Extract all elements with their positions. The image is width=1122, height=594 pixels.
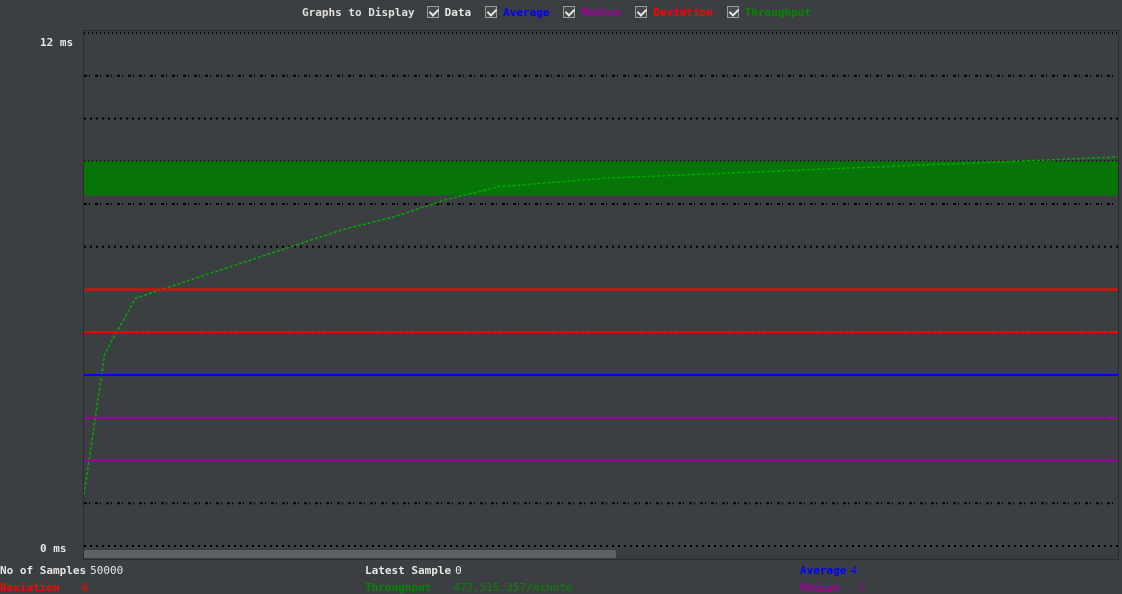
legend-title: Graphs to Display	[302, 5, 415, 19]
median-value: 2	[857, 581, 865, 594]
average-checkbox[interactable]	[485, 6, 498, 18]
average-stat: Average 4	[800, 564, 857, 577]
y-axis-max-label: 12 ms	[40, 36, 74, 49]
latest-sample-value: 0	[455, 564, 462, 577]
median-toggle-label: Median	[581, 5, 622, 19]
throughput-label: Throughput	[365, 581, 432, 594]
throughput-toggle-label: Throughput	[744, 5, 812, 19]
deviation-label: Deviation	[0, 581, 60, 594]
average-toggle[interactable]: Average	[485, 6, 549, 19]
deviation-checkbox[interactable]	[635, 6, 648, 18]
median-stat: Median 2	[800, 581, 864, 594]
median-toggle[interactable]: Median	[563, 6, 621, 19]
deviation-value: 6	[81, 581, 89, 594]
horizontal-scrollbar[interactable]	[84, 549, 1118, 559]
deviation-toggle-label: Deviation	[653, 5, 713, 19]
throughput-line	[84, 156, 1118, 495]
y-axis-min-label: 0 ms	[40, 542, 67, 555]
latest-sample-label: Latest Sample	[365, 564, 452, 577]
throughput-band	[84, 161, 1118, 196]
graphs-legend: Graphs to Display Data Average Median De…	[302, 4, 825, 20]
median-checkbox[interactable]	[563, 6, 576, 18]
scrollbar-thumb[interactable]	[84, 550, 616, 558]
average-value: 4	[850, 564, 857, 577]
data-toggle-label: Data	[444, 5, 472, 19]
median-label: Median	[800, 581, 840, 594]
graph-plot-area	[83, 30, 1119, 560]
data-toggle[interactable]: Data	[426, 5, 472, 19]
deviation-stat: Deviation 6	[0, 581, 88, 594]
average-label: Average	[800, 564, 847, 577]
throughput-checkbox[interactable]	[726, 6, 739, 18]
samples-stat: No of Samples 50000	[0, 564, 123, 577]
samples-label: No of Samples	[0, 564, 87, 577]
deviation-toggle[interactable]: Deviation	[635, 6, 713, 19]
throughput-stat: Throughput 472,515.357/minute	[365, 581, 572, 594]
graph-svg	[84, 32, 1118, 547]
average-toggle-label: Average	[503, 5, 550, 19]
throughput-toggle[interactable]: Throughput	[726, 5, 812, 19]
samples-value: 50000	[90, 564, 124, 577]
latest-sample-stat: Latest Sample 0	[365, 564, 462, 577]
throughput-value: 472,515.357/minute	[453, 581, 573, 594]
data-checkbox[interactable]	[426, 6, 439, 18]
